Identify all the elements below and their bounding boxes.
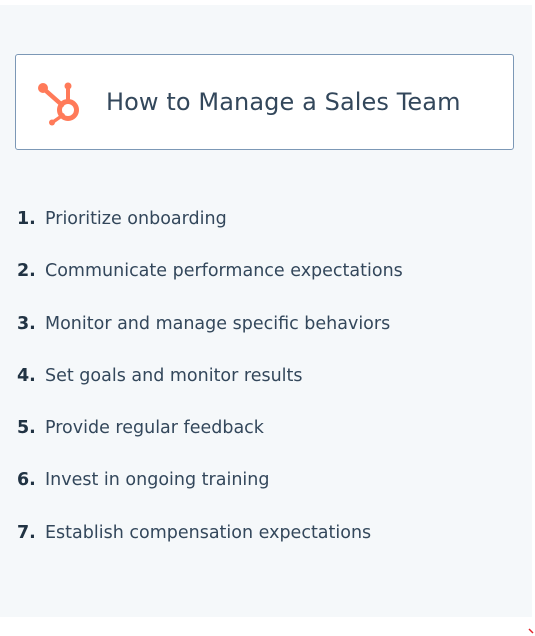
list-item-text: Monitor and manage specific behaviors bbox=[45, 313, 391, 334]
list-item-number: 1. bbox=[17, 209, 36, 229]
list-item-number: 6. bbox=[17, 470, 36, 491]
list-item-text: Invest in ongoing training bbox=[45, 470, 270, 491]
list-item-number: 3. bbox=[17, 313, 36, 334]
list-item-number: 2. bbox=[17, 261, 36, 282]
list-item-number: 5. bbox=[17, 418, 36, 439]
list-item-number: 4. bbox=[17, 365, 36, 386]
hubspot-sprocket-icon bbox=[38, 82, 79, 126]
list-item: 7. Establish compensation expectations bbox=[17, 523, 403, 575]
content-panel: How to Manage a Sales Team 1. Prioritize… bbox=[0, 5, 532, 617]
list-item: 5. Provide regular feedback bbox=[17, 418, 403, 470]
list-item: 6. Invest in ongoing training bbox=[17, 470, 403, 522]
list-item-text: Prioritize onboarding bbox=[45, 209, 227, 229]
page-title: How to Manage a Sales Team bbox=[106, 88, 461, 116]
list-item-text: Set goals and monitor results bbox=[45, 365, 303, 386]
list-item: 1. Prioritize onboarding bbox=[17, 209, 403, 261]
title-card: How to Manage a Sales Team bbox=[15, 54, 514, 150]
steps-list: 1. Prioritize onboarding 2. Communicate … bbox=[17, 209, 403, 575]
list-item: 4. Set goals and monitor results bbox=[17, 366, 403, 418]
list-item: 3. Monitor and manage specific behaviors bbox=[17, 314, 403, 366]
list-item-number: 7. bbox=[17, 522, 36, 543]
list-item-text: Provide regular feedback bbox=[45, 418, 264, 439]
list-item-text: Communicate performance expectations bbox=[45, 261, 403, 282]
list-item: 2. Communicate performance expectations bbox=[17, 261, 403, 313]
cursor-mark-icon bbox=[528, 628, 534, 634]
list-item-text: Establish compensation expectations bbox=[45, 522, 372, 543]
